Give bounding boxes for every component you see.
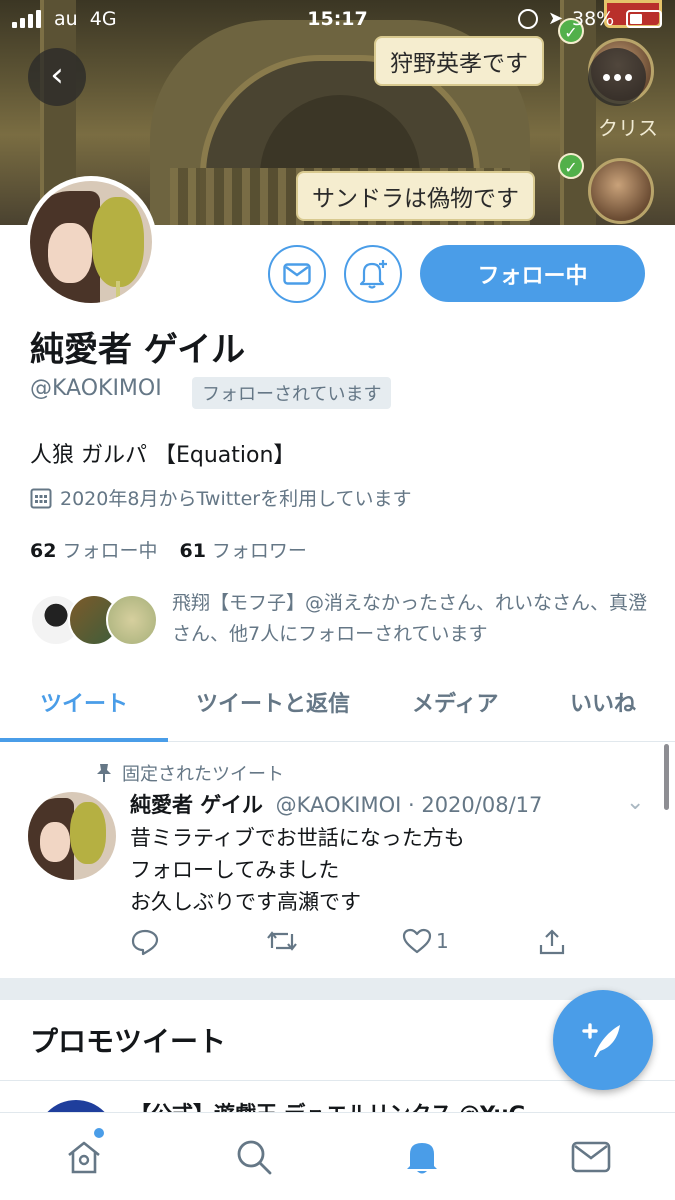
share-icon: [539, 929, 565, 955]
follow-stats: 62 フォロー中 61 フォロワー: [30, 536, 307, 563]
home-icon: [68, 1141, 100, 1174]
followed-by-text: 飛翔【モフ子】@消えなかったさん、れいなさん、真澄さん、他7人にフォローされてい…: [172, 592, 648, 645]
search-icon: [237, 1140, 272, 1175]
new-content-indicator: [94, 1128, 104, 1138]
followers-stat[interactable]: 61 フォロワー: [179, 536, 306, 563]
tweet-text: 昔ミラティブでお世話になった方も フォローしてみました お久しぶりです高瀬です: [130, 826, 465, 914]
envelope-icon: [571, 1141, 611, 1173]
tab-tweets[interactable]: ツイート: [40, 686, 128, 718]
like-count: 1: [436, 929, 449, 953]
share-button[interactable]: [538, 928, 566, 956]
tab-likes[interactable]: いいね: [570, 686, 636, 718]
nav-home[interactable]: [62, 1135, 106, 1179]
bell-plus-icon: [359, 260, 387, 289]
message-button[interactable]: [268, 245, 326, 303]
pin-icon: [97, 764, 111, 782]
compose-tweet-button[interactable]: [553, 990, 653, 1090]
battery-percent: 38%: [572, 8, 615, 30]
notifications-button[interactable]: [344, 245, 402, 303]
retweet-icon: [267, 931, 297, 951]
profile-name: 純愛者 ゲイル: [30, 330, 246, 370]
profile-tabs: ツイート ツイートと返信 メディア いいね: [0, 672, 675, 742]
tweet-header: 純愛者 ゲイル @KAOKIMOI · 2020/08/17: [130, 789, 542, 819]
speech-bubble: サンドラは偽物です: [296, 171, 535, 221]
joined-date-text: 2020年8月からTwitterを利用しています: [60, 488, 412, 510]
character-name: クリス: [598, 116, 658, 140]
character-avatar: [588, 158, 654, 224]
more-options-button[interactable]: [588, 48, 646, 106]
following-stat[interactable]: 62 フォロー中: [30, 536, 157, 563]
follows-you-badge: フォローされています: [192, 377, 392, 409]
bottom-navigation: [0, 1112, 675, 1200]
promoted-tweets-title: プロモツイート: [30, 1025, 227, 1058]
speech-bubble: 狩野英孝です: [374, 36, 544, 86]
check-icon: ✓: [558, 153, 584, 179]
location-icon: ➤: [548, 8, 564, 29]
tab-media[interactable]: メディア: [412, 686, 498, 718]
active-tab-indicator: [0, 738, 168, 742]
section-separator: [0, 978, 675, 1000]
joined-date: 2020年8月からTwitterを利用しています: [30, 484, 412, 511]
retweet-button[interactable]: [266, 928, 298, 954]
chevron-down-icon[interactable]: ⌄: [626, 790, 644, 815]
tweet-avatar[interactable]: [28, 792, 116, 880]
pinned-tweet-label: 固定されたツイート: [96, 760, 284, 786]
reply-button[interactable]: [130, 928, 160, 956]
nav-messages[interactable]: [569, 1135, 613, 1179]
compose-plus-feather-icon: [582, 1023, 620, 1057]
envelope-icon: [283, 263, 311, 285]
tweet-actions: 1: [130, 928, 570, 962]
calendar-icon: [30, 488, 52, 508]
nav-search[interactable]: [232, 1135, 276, 1179]
nav-notifications[interactable]: [400, 1135, 444, 1179]
chevron-left-icon: ‹: [50, 55, 64, 95]
back-button[interactable]: ‹: [28, 48, 86, 106]
followed-by-section[interactable]: 飛翔【モフ子】@消えなかったさん、れいなさん、真澄さん、他7人にフォローされてい…: [30, 588, 650, 650]
following-button[interactable]: フォロー中: [420, 245, 645, 302]
tweet-meta: @KAOKIMOI · 2020/08/17: [275, 793, 543, 817]
status-bar: au 4G 15:17 ➤ 38%: [0, 0, 675, 40]
bell-icon: [407, 1143, 437, 1174]
profile-avatar[interactable]: [25, 176, 157, 308]
profile-bio: 人狼 ガルパ 【Equation】: [30, 443, 296, 468]
scrollbar[interactable]: [664, 744, 669, 810]
tweet-author-name: 純愛者 ゲイル: [130, 793, 263, 817]
like-button[interactable]: 1: [402, 928, 449, 954]
profile-handle: @KAOKIMOI: [30, 376, 162, 401]
battery-icon: [626, 10, 662, 28]
heart-icon: [402, 928, 432, 954]
tab-tweets-and-replies[interactable]: ツイートと返信: [196, 686, 350, 718]
rotation-lock-icon: [518, 9, 538, 29]
reply-icon: [131, 929, 159, 956]
follower-avatar: [106, 594, 158, 646]
